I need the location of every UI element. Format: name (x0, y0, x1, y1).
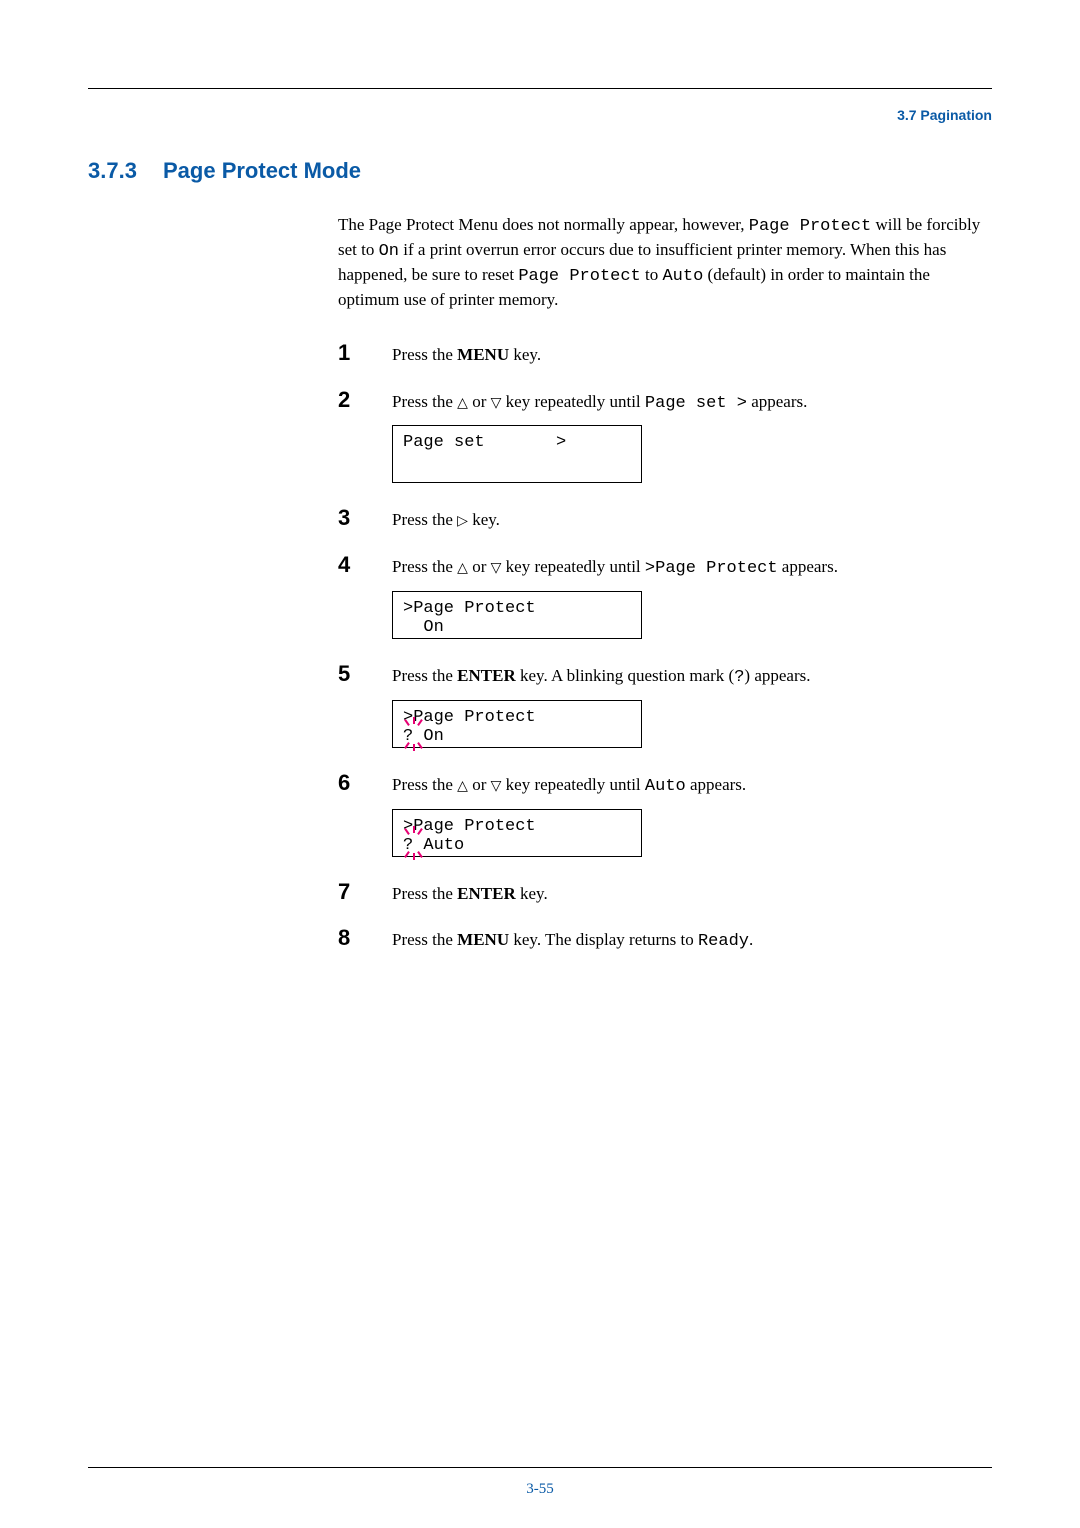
blink-indicator-icon (395, 832, 431, 860)
step-8: 8 Press the MENU key. The display return… (338, 925, 993, 954)
lcd-display-1: Page set > (392, 425, 642, 483)
header-section-ref: 3.7 Pagination (88, 107, 992, 123)
step-number: 2 (338, 387, 392, 413)
step-number: 3 (338, 505, 392, 531)
step-text: Press the △ or ▽ key repeatedly until Pa… (392, 390, 807, 416)
triangle-up-icon: △ (457, 559, 468, 575)
step-5: 5 Press the ENTER key. A blinking questi… (338, 661, 993, 748)
body-column: The Page Protect Menu does not normally … (338, 214, 993, 954)
step-text: Press the ENTER key. A blinking question… (392, 664, 811, 690)
step-number: 5 (338, 661, 392, 687)
step-number: 4 (338, 552, 392, 578)
top-rule (88, 88, 992, 89)
triangle-right-icon: ▷ (457, 512, 468, 528)
footer-rule (88, 1467, 992, 1468)
intro-paragraph: The Page Protect Menu does not normally … (338, 214, 993, 312)
lcd-display-2: >Page Protect On (392, 591, 642, 639)
step-1: 1 Press the MENU key. (338, 340, 993, 367)
triangle-down-icon: ▽ (491, 394, 502, 410)
page-content: 3.7 Pagination 3.7.3Page Protect Mode Th… (0, 0, 1080, 1014)
section-heading: 3.7.3Page Protect Mode (88, 158, 992, 184)
section-title: Page Protect Mode (163, 158, 361, 183)
step-4: 4 Press the △ or ▽ key repeatedly until … (338, 552, 993, 639)
section-number: 3.7.3 (88, 158, 163, 184)
step-text: Press the △ or ▽ key repeatedly until >P… (392, 555, 838, 581)
step-text: Press the MENU key. (392, 343, 541, 367)
step-number: 7 (338, 879, 392, 905)
step-2: 2 Press the △ or ▽ key repeatedly until … (338, 387, 993, 484)
step-3: 3 Press the ▷ key. (338, 505, 993, 532)
lcd-display-4: >Page Protect ? Auto (392, 809, 642, 857)
step-text: Press the MENU key. The display returns … (392, 928, 753, 954)
triangle-up-icon: △ (457, 394, 468, 410)
step-number: 1 (338, 340, 392, 366)
blink-indicator-icon (395, 723, 431, 751)
page-number: 3-55 (0, 1481, 1080, 1498)
lcd-display-3: >Page Protect ? On (392, 700, 642, 748)
triangle-down-icon: ▽ (491, 559, 502, 575)
step-text: Press the ▷ key. (392, 508, 500, 532)
step-number: 8 (338, 925, 392, 951)
step-number: 6 (338, 770, 392, 796)
